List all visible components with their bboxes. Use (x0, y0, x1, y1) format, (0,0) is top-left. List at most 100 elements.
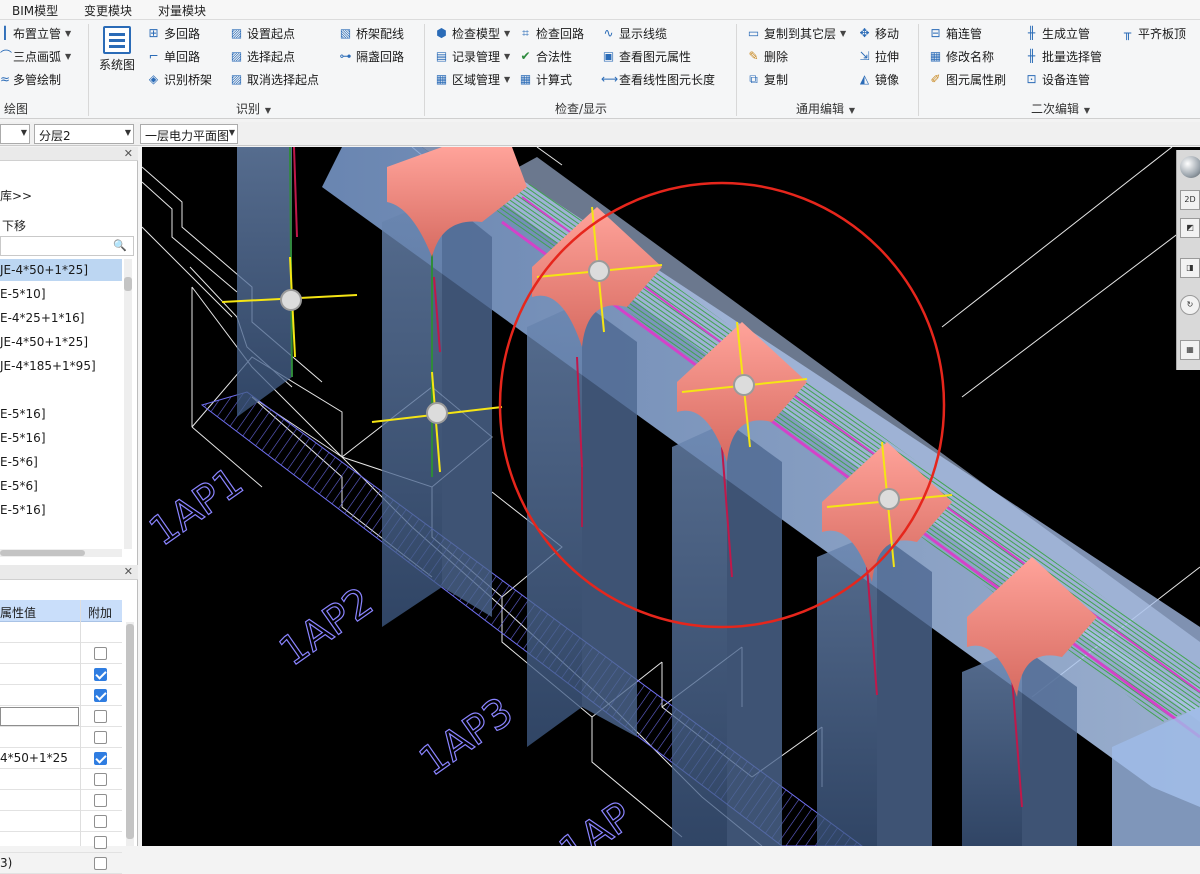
multi-circuit-button[interactable]: ⊞ 多回路 (146, 23, 200, 43)
extra-checkbox[interactable] (94, 647, 107, 660)
extra-checkbox[interactable] (94, 857, 107, 870)
property-scrollbar[interactable] (126, 622, 134, 846)
extra-checkbox[interactable] (94, 731, 107, 744)
list-item[interactable]: E-5*16] (0, 427, 122, 449)
list-item[interactable]: E-5*10] (0, 283, 122, 305)
stretch-button[interactable]: ⇲ 拉伸 (857, 46, 899, 66)
list-item[interactable]: E-5*6] (0, 451, 122, 473)
extra-checkbox[interactable] (94, 689, 107, 702)
copy-button[interactable]: ⧉ 复制 (746, 69, 788, 89)
list-item[interactable] (0, 379, 122, 401)
list-scrollbar[interactable] (124, 259, 132, 549)
list-item[interactable]: JE-4*50+1*25] (0, 259, 122, 281)
scrollbar-thumb[interactable] (0, 550, 85, 556)
list-item[interactable]: JE-4*50+1*25] (0, 331, 122, 353)
rename-button[interactable]: ▦ 修改名称 (928, 46, 994, 66)
chevron-down-icon: ▼ (65, 51, 72, 61)
generate-riser-icon: ╫ (1027, 25, 1036, 40)
extra-checkbox[interactable] (94, 815, 107, 828)
chevron-down-icon: ▼ (124, 128, 131, 137)
check-model-button[interactable]: ⬢ 检查模型 ▼ (434, 23, 510, 43)
align-slab-top-button[interactable]: ╥ 平齐板顶 (1120, 23, 1186, 43)
view-props-icon: ▣ (602, 48, 615, 63)
three-point-arc-button[interactable]: ⌒ 三点画弧 ▼ (0, 46, 71, 66)
view-cube-icon[interactable]: ◩ (1180, 218, 1200, 238)
chevron-down-icon: ▼ (65, 28, 72, 38)
batch-select-pipe-button[interactable]: ╫ 批量选择管 (1024, 46, 1102, 66)
mirror-button[interactable]: ◭ 镜像 (857, 69, 899, 89)
device-connect-pipe-button[interactable]: ⊡ 设备连管 (1024, 69, 1090, 89)
table-row[interactable] (0, 622, 122, 643)
check-circuit-button[interactable]: ⌗ 检查回路 (518, 23, 584, 43)
skip-circuit-button[interactable]: ⊶ 隔盏回路 (338, 46, 405, 66)
delete-button[interactable]: ✎ 删除 (746, 46, 788, 66)
extra-checkbox[interactable] (94, 773, 107, 786)
3d-viewport[interactable]: 1AP1 1AP2 1AP3 1AP (142, 147, 1200, 846)
copy-to-other-layer-button[interactable]: ▭ 复制到其它层 ▼ (746, 23, 846, 43)
drawing-select[interactable]: 一层电力平面图 ▼ (140, 124, 238, 144)
box-connect-pipe-button[interactable]: ⊟ 箱连管 (928, 23, 982, 43)
multi-pipe-draw-button[interactable]: ≈ 多管绘制 (0, 69, 61, 89)
extra-checkbox[interactable] (94, 668, 107, 681)
show-cable-button[interactable]: ∿ 显示线缆 (601, 23, 667, 43)
list-item[interactable]: E-5*16] (0, 403, 122, 425)
single-circuit-button[interactable]: ⌐ 单回路 (146, 46, 200, 66)
grid-view-icon[interactable]: ▦ (1180, 340, 1200, 360)
view-element-props-button[interactable]: ▣ 查看图元属性 (601, 46, 691, 66)
formula-button[interactable]: ▦ 计算式 (518, 69, 572, 89)
2d-view-button[interactable]: 2D (1180, 190, 1200, 210)
area-management-button[interactable]: ▦ 区域管理 ▼ (434, 69, 510, 89)
rotate-icon[interactable]: ↻ (1180, 295, 1200, 315)
library-link[interactable]: 库>> (0, 187, 32, 204)
scrollbar-thumb[interactable] (126, 624, 134, 839)
system-diagram-button[interactable]: 系统图 (96, 24, 138, 80)
record-management-button[interactable]: ▤ 记录管理 ▼ (434, 46, 510, 66)
extra-checkbox[interactable] (94, 752, 107, 765)
list-horizontal-scrollbar[interactable] (0, 549, 122, 557)
set-start-button[interactable]: ▨ 设置起点 (229, 23, 295, 43)
view-linear-length-button[interactable]: ⟷ 查看线性图元长度 (601, 69, 715, 89)
cancel-select-start-button[interactable]: ▨ 取消选择起点 (229, 69, 319, 89)
view-cube-icon[interactable]: ◨ (1180, 258, 1200, 278)
extra-checkbox[interactable] (94, 836, 107, 849)
group-label-secondary-edit: 二次编辑 ▼ (1031, 102, 1090, 116)
tab-bim-model[interactable]: BIM模型 (12, 2, 58, 19)
property-brush-button[interactable]: ✐ 图元属性刷 (928, 69, 1006, 89)
tray-wiring-button[interactable]: ▧ 桥架配线 (338, 23, 404, 43)
extra-checkbox[interactable] (94, 794, 107, 807)
model-canvas[interactable]: 1AP1 1AP2 1AP3 1AP (142, 147, 1200, 846)
layer-select[interactable]: 分层2 ▼ (34, 124, 134, 144)
floor-select[interactable]: ▼ (0, 124, 30, 144)
group-label-general-edit: 通用编辑 ▼ (796, 102, 855, 116)
identify-tray-icon: ◈ (148, 71, 159, 86)
skip-circuit-icon: ⊶ (339, 48, 352, 63)
list-item[interactable]: E-5*6] (0, 475, 122, 497)
close-icon[interactable]: ✕ (124, 147, 133, 160)
list-item[interactable]: E-5*16] (0, 499, 122, 521)
ribbon: ┃ 布置立管 ▼ ⌒ 三点画弧 ▼ ≈ 多管绘制 绘图 系统图 ⊞ 多回路 ⌐ 单回路 ◈ 识别… (0, 20, 1200, 119)
system-diagram-icon (103, 26, 131, 54)
move-down-button[interactable]: 下移 (2, 217, 26, 234)
move-button[interactable]: ✥ 移动 (857, 23, 899, 43)
identify-tray-button[interactable]: ◈ 识别桥架 (146, 69, 212, 89)
tab-change-module[interactable]: 变更模块 (84, 2, 132, 19)
search-input[interactable]: 🔍 (0, 236, 134, 256)
close-icon[interactable]: ✕ (124, 565, 133, 578)
generate-riser-button[interactable]: ╫ 生成立管 (1024, 23, 1090, 43)
list-item[interactable]: E-4*25+1*16] (0, 307, 122, 329)
align-top-icon: ╥ (1123, 25, 1132, 40)
validity-button[interactable]: ✔ 合法性 (518, 46, 572, 66)
box-connect-icon: ⊟ (930, 25, 941, 40)
extra-checkbox[interactable] (94, 710, 107, 723)
search-icon[interactable]: 🔍 (113, 239, 127, 252)
label-1ap2: 1AP2 (271, 579, 381, 675)
scrollbar-thumb[interactable] (124, 277, 132, 291)
property-value-input[interactable] (0, 707, 79, 726)
orbit-sphere-icon[interactable] (1180, 156, 1200, 178)
list-item[interactable]: JE-4*185+1*95] (0, 355, 122, 377)
place-riser-button[interactable]: ┃ 布置立管 ▼ (0, 23, 71, 43)
group-label-identify: 识别 ▼ (236, 102, 271, 116)
tab-quantity-module[interactable]: 对量模块 (158, 2, 206, 19)
copy-icon: ⧉ (749, 71, 758, 86)
select-start-button[interactable]: ▨ 选择起点 (229, 46, 295, 66)
